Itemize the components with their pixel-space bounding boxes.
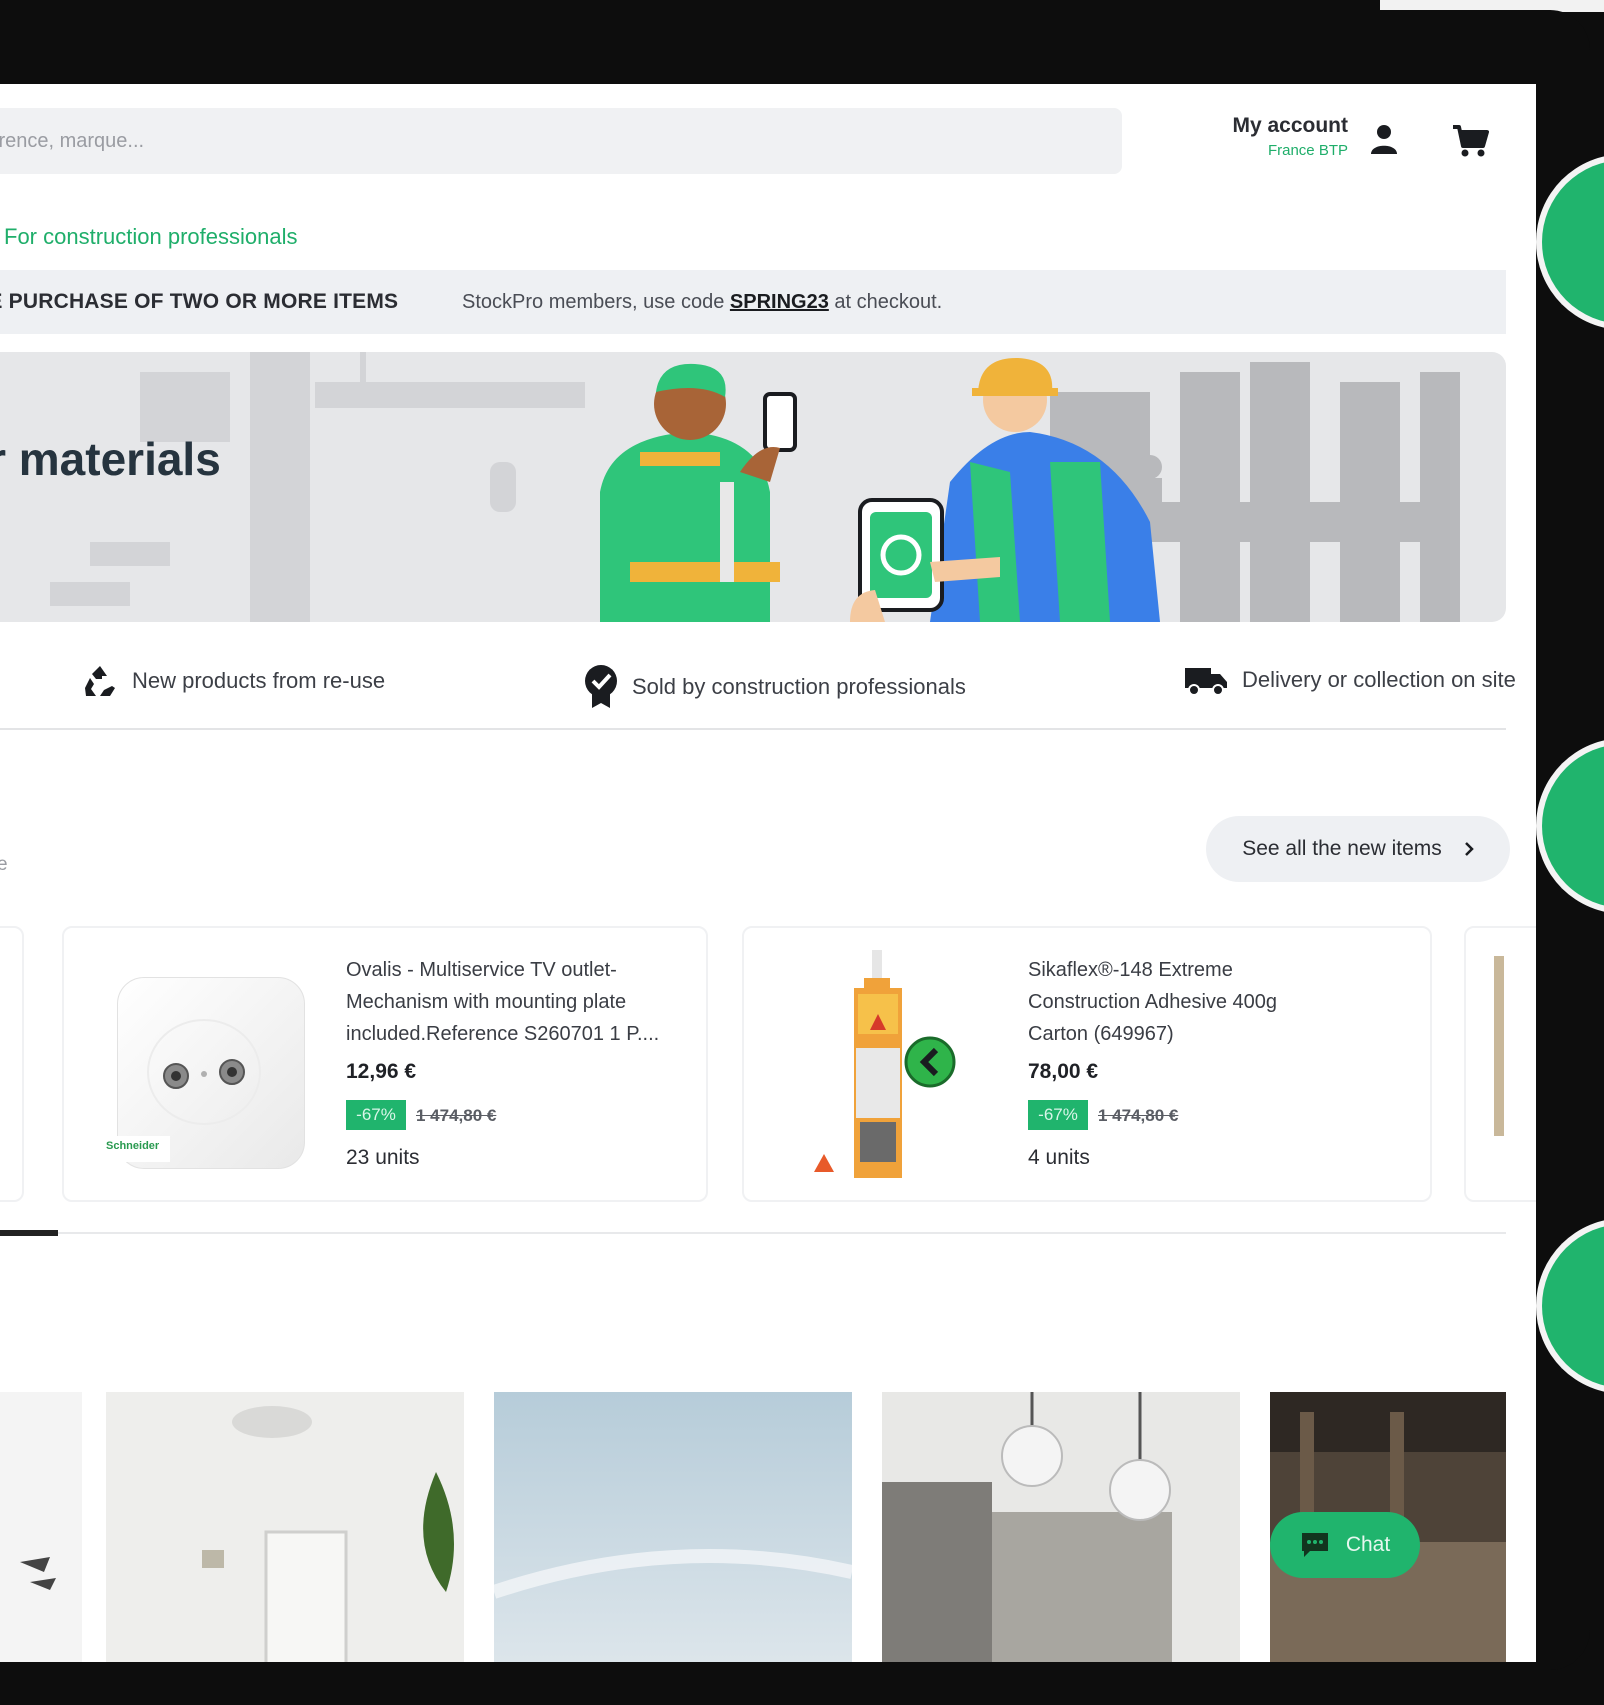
product-image [1494,956,1504,1136]
promo-headline: THE PURCHASE OF TWO OR MORE ITEMS [0,290,399,313]
chevron-right-icon [1464,842,1474,856]
hero-illustration [50,352,1460,622]
feature-strip: New products from re-use Sold by constru… [0,644,1516,724]
product-title-line: included.Reference S260701 1 P.... [346,1023,660,1045]
product-card[interactable]: Sikaflex®-148 Extreme Construction Adhes… [742,926,1432,1202]
carousel-scrollbar[interactable] [0,1232,1506,1234]
category-photo[interactable] [106,1392,464,1662]
product-title-line: Ovalis - Multiservice TV outlet- [346,959,617,981]
my-account-link[interactable]: My account France BTP [1140,114,1348,159]
screen: My account France BTP For construction p… [0,84,1536,1662]
product-units: 4 units [1028,1146,1090,1169]
product-price: 78,00 € [1028,1060,1099,1083]
tagline: For construction professionals [4,224,298,249]
promo-banner: THE PURCHASE OF TWO OR MORE ITEMS StockP… [0,270,1506,334]
product-title: Sikaflex®-148 Extreme Construction Adhes… [1028,954,1277,1050]
promo-text: StockPro members, use code SPRING23 at c… [462,291,942,314]
category-photo[interactable] [882,1392,1240,1662]
carousel-scrollbar-thumb[interactable] [0,1230,58,1236]
recycle-icon [85,666,115,696]
brand-logo: Schneider [106,1140,160,1152]
product-title: Ovalis - Multiservice TV outlet- Mechani… [346,954,659,1050]
see-all-label: See all the new items [1242,837,1442,860]
badge-icon [585,665,617,708]
feature-delivery: Delivery or collection on site [1184,664,1516,696]
old-price: 1 474,80 € [416,1106,497,1125]
photo-content [882,1392,1240,1662]
chat-button[interactable]: Chat [1270,1512,1420,1578]
feature-pros: Sold by construction professionals [584,664,966,710]
photo-content [106,1392,464,1662]
device-frame: My account France BTP For construction p… [0,10,1590,1670]
chat-icon [1301,1533,1328,1557]
hero-banner: ur materials s [0,352,1506,622]
product-card-partial[interactable] [0,926,24,1202]
product-image [104,977,305,1169]
account-label: My account [1232,114,1348,137]
category-photo[interactable] [494,1392,852,1662]
feature-reuse: New products from re-use [82,664,385,698]
product-units: 23 units [346,1146,420,1169]
discount-badge: -67% [346,1100,406,1130]
section-subtitle: reuse [0,854,8,875]
cart-icon[interactable] [1452,124,1490,158]
search-bar[interactable] [0,108,1122,174]
product-card-partial[interactable] [1464,926,1536,1202]
account-company: France BTP [1267,142,1348,159]
feature-label: New products from re-use [132,668,386,693]
feature-label: Sold by construction professionals [632,674,966,699]
promo-code: SPRING23 [729,291,829,313]
divider [0,728,1506,730]
product-title-line: Carton (649967) [1028,1023,1174,1045]
product-price: 12,96 € [346,1060,417,1083]
chat-label: Chat [1345,1533,1391,1556]
product-title-line: Mechanism with mounting plate [346,991,627,1013]
photo-content [494,1392,852,1662]
user-icon[interactable] [1370,124,1398,154]
hero-title: ur materials [0,433,221,485]
feature-label: Delivery or collection on site [1242,667,1516,692]
product-title-line: Construction Adhesive 400g [1028,991,1278,1013]
product-card[interactable]: Schneider Ovalis - Multiservice TV outle… [62,926,708,1202]
photo-content [0,1392,82,1662]
promo-text-after: at checkout. [828,291,943,313]
product-title-line: Sikaflex®-148 Extreme [1028,959,1233,981]
old-price: 1 474,80 € [1098,1106,1179,1125]
promo-text-before: StockPro members, use code [462,291,730,313]
category-photo[interactable] [0,1392,82,1662]
product-image [814,950,956,1178]
discount-badge: -67% [1028,1100,1088,1130]
search-input[interactable] [0,108,664,174]
see-all-new-items-button[interactable]: See all the new items [1206,816,1510,882]
truck-icon [1185,668,1227,696]
